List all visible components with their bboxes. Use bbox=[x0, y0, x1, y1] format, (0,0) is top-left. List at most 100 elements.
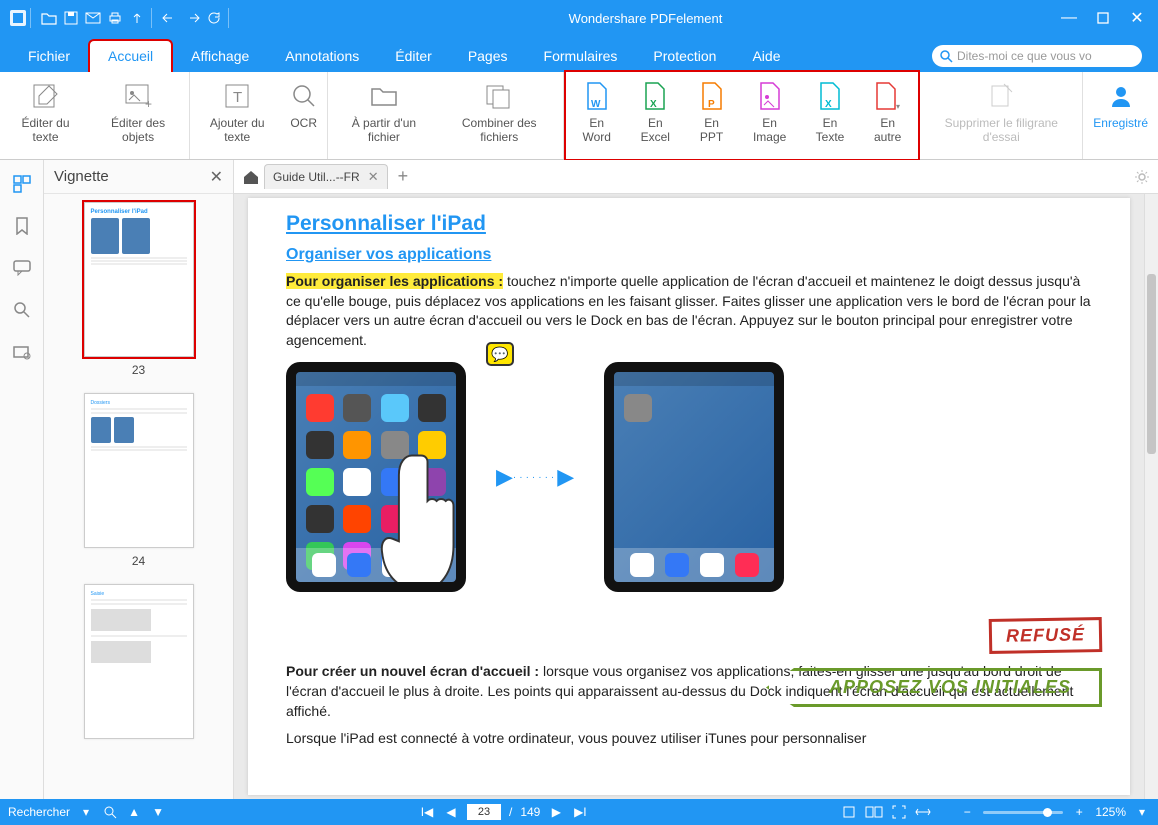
mail-icon[interactable] bbox=[83, 8, 103, 28]
thumbnail-24[interactable]: Dossiers bbox=[84, 393, 194, 548]
zoom-level: 125% bbox=[1095, 805, 1126, 819]
to-excel-button[interactable]: XEn Excel bbox=[626, 76, 685, 156]
view-double-icon[interactable] bbox=[865, 806, 883, 818]
redo-icon[interactable] bbox=[182, 8, 202, 28]
zoom-slider[interactable] bbox=[983, 811, 1063, 814]
prev-result-icon[interactable]: ▲ bbox=[126, 805, 142, 819]
tab-fichier[interactable]: Fichier bbox=[10, 40, 88, 72]
attachments-icon[interactable] bbox=[12, 342, 32, 362]
document-tabbar: Guide Util...--FR✕ + bbox=[234, 160, 1158, 194]
thumbnail-23[interactable]: Personnaliser l'iPad bbox=[84, 202, 194, 357]
ribbon: Éditer du texte +Éditer des objets TAjou… bbox=[0, 72, 1158, 160]
app-icon bbox=[10, 10, 26, 26]
zoom-out-icon[interactable]: − bbox=[959, 805, 975, 819]
tab-accueil[interactable]: Accueil bbox=[88, 39, 173, 72]
svg-text:X: X bbox=[650, 99, 657, 110]
tab-aide[interactable]: Aide bbox=[734, 40, 798, 72]
view-fit-icon[interactable] bbox=[891, 805, 907, 819]
thumbnail-title: Vignette bbox=[54, 168, 109, 185]
heading-personnaliser: Personnaliser l'iPad bbox=[286, 212, 1092, 236]
thumbnails-icon[interactable] bbox=[12, 174, 32, 194]
highlighted-text: Pour organiser les applications : bbox=[286, 273, 503, 289]
tab-protection[interactable]: Protection bbox=[635, 40, 734, 72]
search-panel-icon[interactable] bbox=[12, 300, 32, 320]
svg-text:▾: ▾ bbox=[896, 102, 900, 111]
thumbnail-25[interactable]: Saisie bbox=[84, 584, 194, 739]
to-ppt-button[interactable]: PEn PPT bbox=[685, 76, 739, 156]
edit-text-button[interactable]: Éditer du texte bbox=[2, 76, 89, 156]
close-tab-button[interactable]: ✕ bbox=[368, 169, 379, 185]
svg-text:P: P bbox=[708, 99, 715, 110]
page-content[interactable]: Personnaliser l'iPad Organiser vos appli… bbox=[248, 198, 1130, 795]
last-page-icon[interactable]: ▶I bbox=[572, 805, 588, 819]
document-tab[interactable]: Guide Util...--FR✕ bbox=[264, 164, 388, 189]
search-icon bbox=[940, 50, 953, 63]
tab-pages[interactable]: Pages bbox=[450, 40, 526, 72]
ocr-button[interactable]: OCR bbox=[282, 76, 325, 156]
ipad-image-left bbox=[286, 362, 466, 592]
from-file-button[interactable]: À partir d'un fichier bbox=[330, 76, 438, 156]
zoom-dropdown-icon[interactable]: ▾ bbox=[1134, 805, 1150, 819]
prev-page-icon[interactable]: ◀ bbox=[443, 805, 459, 819]
undo-icon[interactable] bbox=[160, 8, 180, 28]
bookmarks-icon[interactable] bbox=[12, 216, 32, 236]
view-width-icon[interactable] bbox=[915, 807, 931, 817]
scrollbar[interactable] bbox=[1144, 194, 1158, 799]
search-label: Rechercher bbox=[8, 805, 70, 819]
settings-icon[interactable] bbox=[1134, 169, 1150, 185]
thumbnail-list[interactable]: Personnaliser l'iPad 23 Dossiers 24 Sais… bbox=[44, 194, 233, 799]
home-icon[interactable] bbox=[242, 169, 260, 185]
next-result-icon[interactable]: ▼ bbox=[150, 805, 166, 819]
to-other-button[interactable]: ▾En autre bbox=[859, 76, 916, 156]
to-text-button[interactable]: XEn Texte bbox=[801, 76, 859, 156]
tell-me-search[interactable]: Dites-moi ce que vous vo bbox=[932, 45, 1142, 67]
page-label-23: 23 bbox=[132, 363, 145, 377]
combine-files-button[interactable]: Combiner des fichiers bbox=[438, 76, 561, 156]
svg-text:W: W bbox=[591, 99, 601, 110]
to-image-button[interactable]: En Image bbox=[738, 76, 801, 156]
app-title: Wondershare PDFelement bbox=[233, 11, 1058, 26]
svg-text:+: + bbox=[145, 97, 152, 110]
refresh-icon[interactable] bbox=[204, 8, 224, 28]
register-button[interactable]: Enregistré bbox=[1085, 76, 1156, 156]
thumbnail-panel: Vignette ✕ Personnaliser l'iPad 23 Dossie… bbox=[44, 160, 234, 799]
stamp-refuse: REFUSÉ bbox=[989, 617, 1103, 654]
new-tab-button[interactable]: + bbox=[392, 166, 415, 187]
stamp-initials: APPOSEZ VOS INITIALES bbox=[766, 668, 1102, 707]
svg-text:T: T bbox=[233, 89, 242, 106]
heading-organiser: Organiser vos applications bbox=[286, 246, 1092, 264]
share-icon[interactable] bbox=[127, 8, 147, 28]
edit-objects-button[interactable]: +Éditer des objets bbox=[89, 76, 187, 156]
next-page-icon[interactable]: ▶ bbox=[548, 805, 564, 819]
convert-group: WEn Word XEn Excel PEn PPT En Image XEn … bbox=[564, 70, 921, 161]
first-page-icon[interactable]: I◀ bbox=[419, 805, 435, 819]
to-word-button[interactable]: WEn Word bbox=[568, 76, 626, 156]
search-dropdown-icon[interactable]: ▾ bbox=[78, 805, 94, 819]
close-panel-button[interactable]: ✕ bbox=[210, 167, 223, 187]
status-bar: Rechercher ▾ ▲ ▼ I◀ ◀ / 149 ▶ ▶I − + 125… bbox=[0, 799, 1158, 825]
save-icon[interactable] bbox=[61, 8, 81, 28]
close-button[interactable]: ✕ bbox=[1126, 8, 1148, 28]
title-bar: Wondershare PDFelement — ✕ bbox=[0, 0, 1158, 36]
minimize-button[interactable]: — bbox=[1058, 8, 1080, 28]
tab-formulaires[interactable]: Formulaires bbox=[526, 40, 636, 72]
add-text-button[interactable]: TAjouter du texte bbox=[192, 76, 282, 156]
open-icon[interactable] bbox=[39, 8, 59, 28]
svg-text:X: X bbox=[825, 99, 832, 110]
left-rail bbox=[0, 160, 44, 799]
remove-watermark-button[interactable]: Supprimer le filigrane d'essai bbox=[922, 76, 1080, 156]
print-icon[interactable] bbox=[105, 8, 125, 28]
comment-icon[interactable]: 💬 bbox=[486, 342, 514, 366]
ipad-image-right bbox=[604, 362, 784, 592]
tab-editer[interactable]: Éditer bbox=[377, 40, 450, 72]
page-input[interactable] bbox=[467, 804, 501, 820]
tab-affichage[interactable]: Affichage bbox=[173, 40, 267, 72]
tab-annotations[interactable]: Annotations bbox=[267, 40, 377, 72]
maximize-button[interactable] bbox=[1092, 8, 1114, 28]
comments-icon[interactable] bbox=[12, 258, 32, 278]
view-single-icon[interactable] bbox=[841, 806, 857, 818]
find-icon[interactable] bbox=[102, 806, 118, 819]
zoom-in-icon[interactable]: + bbox=[1071, 805, 1087, 819]
page-label-24: 24 bbox=[132, 554, 145, 568]
menu-bar: Fichier Accueil Affichage Annotations Éd… bbox=[0, 36, 1158, 72]
